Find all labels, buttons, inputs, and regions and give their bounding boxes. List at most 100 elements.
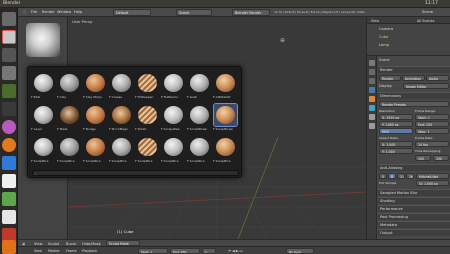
- terminal-icon[interactable]: [2, 66, 16, 80]
- full-sample-checkbox[interactable]: Full Sample: [379, 181, 396, 185]
- editor-type-icon[interactable]: ▣: [22, 242, 25, 246]
- blender-launcher-icon[interactable]: [2, 30, 16, 44]
- render-presets-selector[interactable]: Render Presets: [379, 101, 449, 107]
- section-header[interactable]: Output: [378, 229, 450, 236]
- menu-sculpt[interactable]: Sculpt: [48, 242, 59, 246]
- app-icon[interactable]: [2, 84, 16, 98]
- filter-size-field[interactable]: Si: 1.000 px: [416, 180, 449, 186]
- aspect-y-field[interactable]: Y: 1.000: [379, 148, 413, 154]
- playback-controls[interactable]: ⏮ ◀ ▶ ⏭: [228, 249, 243, 253]
- ubuntu-icon[interactable]: [2, 240, 16, 254]
- scene-selector[interactable]: Scene: [176, 9, 212, 16]
- info-icon[interactable]: ⓘ: [23, 10, 27, 15]
- brush-thumbnail[interactable]: [58, 136, 81, 158]
- world-tab-icon[interactable]: [369, 87, 375, 93]
- section-header[interactable]: Sampled Motion Blur: [378, 189, 450, 196]
- brush-thumbnail[interactable]: [58, 104, 81, 126]
- resolution-y-field[interactable]: Y: 1080 px: [379, 121, 413, 127]
- timeline-menu-playback[interactable]: Playback: [82, 249, 97, 253]
- outliner-view-menu[interactable]: View: [371, 19, 379, 23]
- animation-button[interactable]: Animation: [402, 75, 425, 81]
- start-frame-input[interactable]: Start: 1: [138, 248, 168, 254]
- outliner-item[interactable]: Lamp: [379, 43, 389, 47]
- resolution-percentage-slider[interactable]: 50%: [379, 128, 413, 134]
- timeline-menu-view[interactable]: View: [34, 249, 42, 253]
- brush-thumbnail[interactable]: [32, 72, 55, 94]
- menu-brush[interactable]: Brush: [66, 242, 76, 246]
- timeline-menu-frame[interactable]: Frame: [66, 249, 77, 253]
- brush-thumbnail[interactable]: [136, 136, 159, 158]
- brush-thumbnail[interactable]: [84, 104, 107, 126]
- app-icon[interactable]: [2, 120, 16, 134]
- outliner-item[interactable]: Cube: [379, 35, 388, 39]
- render-section-header[interactable]: Render: [378, 66, 450, 73]
- menu-hide-mask[interactable]: Hide/Mask: [82, 242, 101, 246]
- anti-aliasing-section-header[interactable]: Anti-Aliasing: [378, 164, 450, 171]
- sync-selector[interactable]: No Sync: [286, 248, 314, 254]
- brush-thumbnail[interactable]: [214, 72, 237, 94]
- aa-sample-8[interactable]: 8: [388, 173, 396, 179]
- brush-thumbnail[interactable]: [110, 104, 133, 126]
- brush-thumbnail[interactable]: [136, 72, 159, 94]
- brush-thumbnail[interactable]: [136, 104, 159, 126]
- end-frame-field[interactable]: End: 250: [415, 121, 449, 127]
- files-icon[interactable]: [2, 48, 16, 62]
- aspect-x-field[interactable]: X: 1.000: [379, 141, 413, 147]
- aa-sample-11[interactable]: 11: [397, 173, 405, 179]
- menu-window[interactable]: Window: [57, 10, 71, 14]
- section-header[interactable]: Performance: [378, 205, 450, 212]
- outliner-item[interactable]: Camera: [379, 27, 393, 31]
- object-tab-icon[interactable]: [369, 96, 375, 102]
- brush-thumbnail[interactable]: [162, 72, 185, 94]
- brush-thumbnail[interactable]: [84, 72, 107, 94]
- section-header[interactable]: Shading: [378, 197, 450, 204]
- menu-file[interactable]: File: [31, 10, 37, 14]
- start-frame-field[interactable]: Start: 1: [415, 114, 449, 120]
- layout-selector[interactable]: Default: [113, 9, 151, 16]
- section-header[interactable]: Metadata: [378, 221, 450, 228]
- modifiers-tab-icon[interactable]: [369, 105, 375, 111]
- resolution-x-field[interactable]: X: 1920 px: [379, 114, 413, 120]
- menu-render[interactable]: Render: [42, 10, 55, 14]
- firefox-icon[interactable]: [2, 138, 16, 152]
- brush-thumbnail[interactable]: [213, 103, 238, 127]
- brush-thumbnail[interactable]: [188, 104, 211, 126]
- aa-filter-selector[interactable]: Mitchell-Net: [416, 173, 449, 179]
- render-button[interactable]: Render: [379, 75, 401, 81]
- frame-step-field[interactable]: Step: 1: [415, 128, 449, 134]
- dash-icon[interactable]: [2, 12, 16, 26]
- scene-tab-icon[interactable]: [369, 78, 375, 84]
- dimensions-section-header[interactable]: Dimensions: [378, 92, 450, 99]
- brush-thumbnail[interactable]: [162, 104, 185, 126]
- render-tab-icon[interactable]: [369, 60, 375, 66]
- menu-view[interactable]: View: [34, 242, 43, 246]
- remap-old-field[interactable]: 100: [415, 155, 431, 161]
- brush-thumbnail[interactable]: [188, 136, 211, 158]
- frame-rate-selector[interactable]: 24 fps: [415, 141, 449, 147]
- brush-thumbnail[interactable]: [58, 72, 81, 94]
- document-icon[interactable]: [2, 156, 16, 170]
- aa-sample-5[interactable]: 5: [379, 173, 387, 179]
- brush-thumbnail[interactable]: [32, 136, 55, 158]
- app-icon[interactable]: [2, 102, 16, 116]
- brush-thumbnail[interactable]: [188, 72, 211, 94]
- document-icon[interactable]: [2, 174, 16, 188]
- render-engine-selector[interactable]: Blender Render: [232, 9, 270, 16]
- brush-thumbnail[interactable]: [110, 72, 133, 94]
- brush-thumbnail[interactable]: [84, 136, 107, 158]
- software-center-icon[interactable]: [2, 210, 16, 224]
- texture-tab-icon[interactable]: [369, 123, 375, 129]
- end-frame-input[interactable]: End: 250: [170, 248, 200, 254]
- display-selector[interactable]: Image Editor: [403, 83, 449, 89]
- remap-new-field[interactable]: 100: [433, 155, 449, 161]
- brush-thumbnail[interactable]: [32, 104, 55, 126]
- brush-thumbnail[interactable]: [110, 136, 133, 158]
- material-tab-icon[interactable]: [369, 114, 375, 120]
- section-header[interactable]: Post Processing: [378, 213, 450, 220]
- menu-help[interactable]: Help: [74, 10, 82, 14]
- timeline-menu-marker[interactable]: Marker: [48, 249, 60, 253]
- layers-tab-icon[interactable]: [369, 69, 375, 75]
- current-frame-input[interactable]: 1: [202, 248, 216, 254]
- brush-preview-icon[interactable]: [26, 23, 60, 57]
- audio-button[interactable]: Audio: [426, 75, 449, 81]
